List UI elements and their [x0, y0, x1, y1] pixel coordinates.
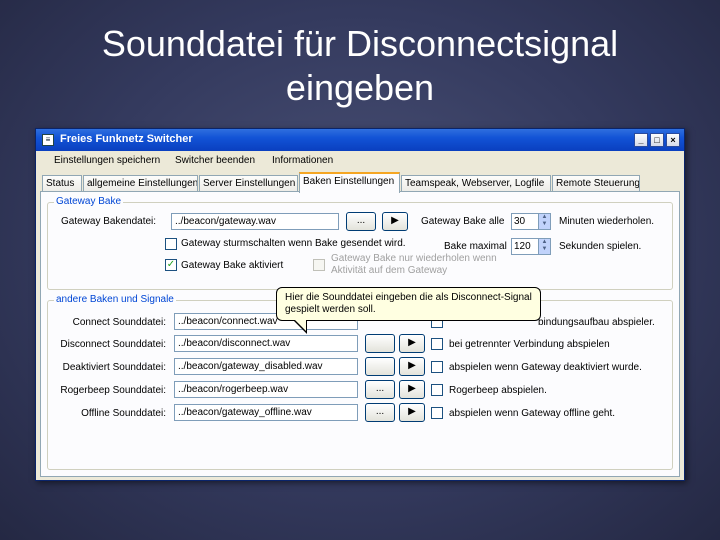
- tab-page-beacon-settings: Gateway Bake Gateway Bakendatei: ../beac…: [40, 191, 680, 477]
- menu-exit-switcher[interactable]: Switcher beenden: [175, 155, 255, 166]
- rogerbeep-sound-checkbox[interactable]: [431, 384, 443, 396]
- disabled-sound-check-label: abspielen wenn Gateway deaktiviert wurde…: [449, 362, 642, 373]
- gateway-beacon-max-unit: Sekunden spielen.: [559, 241, 642, 252]
- offline-sound-browse-button[interactable]: ...: [365, 403, 395, 422]
- tab-teamspeak-webserver-logfile[interactable]: Teamspeak, Webserver, Logfile: [401, 175, 551, 192]
- menu-bar: Einstellungen speichern Switcher beenden…: [36, 151, 684, 171]
- spinner-arrows[interactable]: ▲ ▼: [538, 239, 550, 254]
- gateway-beacon-play-button[interactable]: ▶: [382, 212, 408, 231]
- disconnect-sound-check-label: bei getrennter Verbindung abspielen: [449, 339, 610, 350]
- rogerbeep-sound-browse-button[interactable]: ...: [365, 380, 395, 399]
- title-bar[interactable]: ≡ Freies Funknetz Switcher _ □ ×: [36, 129, 684, 151]
- tab-beacon-settings[interactable]: Baken Einstellungen: [299, 172, 400, 193]
- gateway-beacon-interval-unit: Minuten wiederholen.: [559, 216, 655, 227]
- tab-server-settings[interactable]: Server Einstellungen: [199, 175, 298, 192]
- rogerbeep-sound-input[interactable]: ../beacon/rogerbeep.wav: [174, 381, 358, 398]
- slide-title-line2: eingeben: [285, 67, 435, 108]
- disabled-sound-checkbox[interactable]: [431, 361, 443, 373]
- gateway-beacon-active-label: Gateway Bake aktiviert: [181, 260, 284, 271]
- other-sounds-legend: andere Baken und Signale: [54, 294, 176, 305]
- gateway-beacon-max-label: Bake maximal: [444, 241, 507, 252]
- checkmark-icon: ✓: [166, 259, 176, 270]
- tab-remote-control[interactable]: Remote Steuerung: [552, 175, 640, 192]
- offline-sound-play-button[interactable]: ▶: [399, 403, 425, 422]
- spin-up-icon[interactable]: ▲: [539, 214, 550, 221]
- gateway-beacon-interval-spinner[interactable]: 30 ▲ ▼: [511, 213, 551, 230]
- gateway-beacon-interval-label: Gateway Bake alle: [421, 216, 505, 227]
- gateway-transmit-checkbox[interactable]: [165, 238, 177, 250]
- app-icon[interactable]: ≡: [42, 134, 54, 146]
- gateway-beacon-file-input[interactable]: ../beacon/gateway.wav: [171, 213, 339, 230]
- tooltip-tail-inner: [295, 320, 306, 331]
- disconnect-sound-checkbox[interactable]: [431, 338, 443, 350]
- connect-sound-check-label: bindungsaufbau abspieler.: [538, 317, 655, 328]
- disconnect-sound-input[interactable]: ../beacon/disconnect.wav: [174, 335, 358, 352]
- disabled-sound-label: Deaktiviert Sounddatei:: [62, 362, 166, 373]
- tab-status[interactable]: Status: [42, 175, 82, 192]
- gateway-repeat-checkbox[interactable]: [313, 259, 325, 271]
- disconnect-sound-label: Disconnect Sounddatei:: [60, 339, 166, 350]
- slide-title: Sounddatei für Disconnectsignal eingeben: [0, 22, 720, 110]
- gateway-beacon-browse-button[interactable]: ...: [346, 212, 376, 231]
- gateway-repeat-label-line2: Aktivität auf dem Gateway: [331, 265, 448, 276]
- offline-sound-check-label: abspielen wenn Gateway offline geht.: [449, 408, 616, 419]
- rogerbeep-sound-label: Rogerbeep Sounddatei:: [60, 385, 166, 396]
- spin-up-icon[interactable]: ▲: [539, 239, 550, 246]
- close-button[interactable]: ×: [666, 133, 680, 147]
- minimize-button[interactable]: _: [634, 133, 648, 147]
- rogerbeep-sound-check-label: Rogerbeep abspielen.: [449, 385, 547, 396]
- disabled-sound-browse-button[interactable]: [365, 357, 395, 376]
- offline-sound-checkbox[interactable]: [431, 407, 443, 419]
- gateway-beacon-file-label: Gateway Bakendatei:: [61, 216, 157, 227]
- menu-save-settings[interactable]: Einstellungen speichern: [54, 155, 160, 166]
- disconnect-sound-play-button[interactable]: ▶: [399, 334, 425, 353]
- maximize-button[interactable]: □: [650, 133, 664, 147]
- tab-general-settings[interactable]: allgemeine Einstellungen: [83, 175, 198, 192]
- gateway-beacon-legend: Gateway Bake: [54, 196, 124, 207]
- gateway-beacon-max-spinner[interactable]: 120 ▲ ▼: [511, 238, 551, 255]
- gateway-transmit-label: Gateway sturmschalten wenn Bake gesendet…: [181, 238, 406, 249]
- gateway-beacon-active-checkbox[interactable]: ✓: [165, 259, 177, 271]
- spin-down-icon[interactable]: ▼: [539, 221, 550, 228]
- gateway-beacon-max-value: 120: [514, 241, 531, 252]
- slide-title-line1: Sounddatei für Disconnectsignal: [101, 23, 619, 64]
- spin-down-icon[interactable]: ▼: [539, 246, 550, 253]
- menu-information[interactable]: Informationen: [272, 155, 333, 166]
- rogerbeep-sound-play-button[interactable]: ▶: [399, 380, 425, 399]
- disconnect-sound-browse-button[interactable]: [365, 334, 395, 353]
- window-title: Freies Funknetz Switcher: [60, 133, 193, 145]
- spinner-arrows[interactable]: ▲ ▼: [538, 214, 550, 229]
- gateway-repeat-label-line1: Gateway Bake nur wiederholen wenn: [331, 253, 497, 264]
- tab-strip: Status allgemeine Einstellungen Server E…: [40, 172, 680, 193]
- gateway-beacon-interval-value: 30: [514, 216, 526, 227]
- disconnect-sound-tooltip: Hier die Sounddatei eingeben die als Dis…: [276, 287, 541, 321]
- offline-sound-input[interactable]: ../beacon/gateway_offline.wav: [174, 404, 358, 421]
- connect-sound-label: Connect Sounddatei:: [72, 317, 166, 328]
- disabled-sound-play-button[interactable]: ▶: [399, 357, 425, 376]
- tooltip-line2: gespielt werden soll.: [285, 304, 376, 315]
- tooltip-line1: Hier die Sounddatei eingeben die als Dis…: [285, 292, 532, 303]
- disabled-sound-input[interactable]: ../beacon/gateway_disabled.wav: [174, 358, 358, 375]
- offline-sound-label: Offline Sounddatei:: [81, 408, 166, 419]
